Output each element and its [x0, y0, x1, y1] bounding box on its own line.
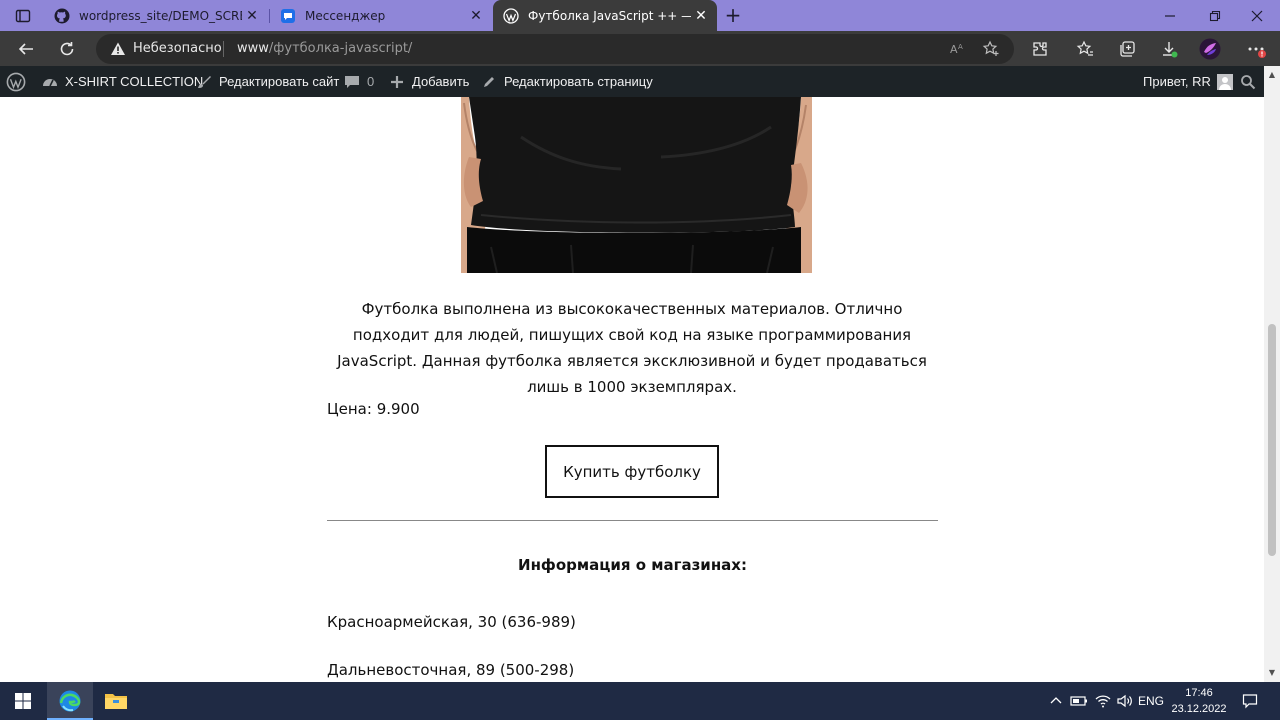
url-path: /футболка-javascript/ — [268, 41, 413, 56]
divider — [327, 520, 938, 521]
warning-icon[interactable] — [110, 41, 126, 57]
url-host: www — [237, 41, 269, 56]
buy-button[interactable]: Купить футболку — [545, 445, 719, 498]
add-new-label: Добавить — [412, 74, 470, 89]
wp-edit-page[interactable]: Редактировать страницу — [480, 66, 653, 97]
product-image — [461, 97, 812, 273]
windows-start-icon[interactable] — [0, 682, 46, 720]
wp-comments[interactable]: 0 — [343, 66, 374, 97]
wifi-icon[interactable] — [1092, 682, 1114, 720]
svg-text:A: A — [958, 43, 963, 51]
scroll-down-icon[interactable]: ▼ — [1267, 668, 1277, 678]
edge-taskbar-icon[interactable] — [47, 682, 93, 720]
comment-icon — [343, 73, 361, 91]
minimize-icon[interactable] — [1147, 0, 1193, 31]
edit-page-label: Редактировать страницу — [504, 74, 653, 89]
page-content: Футболка выполнена из высококачественных… — [0, 97, 1264, 682]
tab-product-page[interactable]: Футболка JavaScript ++ — X-SHIRT ✕ — [493, 0, 717, 31]
search-icon[interactable] — [1240, 66, 1256, 97]
tab-title: Футболка JavaScript ++ — X-SHIRT — [528, 8, 691, 23]
favorites-icon[interactable] — [1074, 38, 1096, 60]
wp-admin-bar: X-SHIRT COLLECTION Редактировать сайт 0 … — [0, 66, 1280, 97]
browser-tab-bar: wordpress_site/DEMO_SCREENS ✕ Мессенджер… — [0, 0, 1280, 31]
shops-title: Информация о магазинах: — [518, 556, 747, 574]
windows-taskbar: ENG 17:46 23.12.2022 — [0, 682, 1280, 720]
shop-item: Красноармейская, 30 (636-989) — [327, 613, 576, 631]
clock-date: 23.12.2022 — [1171, 703, 1227, 715]
security-label[interactable]: Небезопасно — [133, 41, 222, 56]
tab-github[interactable]: wordpress_site/DEMO_SCREENS ✕ — [44, 0, 268, 31]
notifications-icon[interactable] — [1238, 682, 1262, 720]
settings-more-icon[interactable] — [1246, 38, 1268, 60]
product-price: Цена: 9.900 — [327, 400, 420, 418]
battery-icon[interactable] — [1068, 682, 1090, 720]
extensions-icon[interactable] — [1029, 38, 1051, 60]
site-name-label: X-SHIRT COLLECTION — [65, 74, 204, 89]
page-scrollbar[interactable]: ▲ ▼ — [1264, 66, 1280, 682]
address-separator — [223, 41, 224, 57]
scroll-thumb[interactable] — [1268, 324, 1276, 556]
pencil-icon — [480, 73, 498, 91]
wp-my-account[interactable]: Привет, RR — [1143, 66, 1233, 97]
close-tab-icon[interactable]: ✕ — [242, 6, 262, 26]
back-icon[interactable] — [15, 38, 37, 60]
tab-messenger[interactable]: Мессенджер ✕ — [270, 0, 492, 31]
comments-count: 0 — [367, 74, 375, 89]
tab-title: Мессенджер — [305, 8, 386, 23]
profile-avatar-icon[interactable] — [1199, 38, 1221, 60]
wp-site-name[interactable]: X-SHIRT COLLECTION — [41, 66, 203, 97]
refresh-icon[interactable] — [56, 38, 78, 60]
close-tab-icon[interactable]: ✕ — [466, 6, 486, 26]
user-avatar-icon — [1216, 73, 1233, 90]
close-tab-icon[interactable]: ✕ — [691, 6, 711, 26]
shop-item: Дальневосточная, 89 (500-298) — [327, 661, 575, 679]
show-hidden-icons-icon[interactable] — [1046, 682, 1066, 720]
url-text[interactable]: www/футболка-javascript/ — [237, 41, 412, 56]
wordpress-icon — [503, 7, 519, 24]
tab-title: wordpress_site/DEMO_SCREENS — [79, 8, 242, 23]
dashboard-icon — [41, 73, 59, 91]
brush-icon — [195, 73, 213, 91]
clock-time: 17:46 — [1185, 687, 1213, 699]
volume-icon[interactable] — [1114, 682, 1136, 720]
new-tab-icon[interactable]: + — [722, 5, 744, 27]
messenger-icon — [280, 8, 296, 24]
downloads-icon[interactable] — [1158, 38, 1180, 60]
add-favorite-icon[interactable] — [982, 40, 1000, 58]
language-indicator[interactable]: ENG — [1136, 682, 1166, 720]
file-explorer-icon[interactable] — [93, 682, 139, 720]
greeting-label: Привет, RR — [1143, 74, 1211, 89]
wp-logo-icon[interactable] — [6, 66, 26, 97]
tab-actions-icon[interactable] — [8, 6, 38, 26]
wp-customize[interactable]: Редактировать сайт — [195, 66, 339, 97]
system-clock[interactable]: 17:46 23.12.2022 — [1166, 685, 1232, 717]
collections-icon[interactable] — [1116, 38, 1138, 60]
svg-text:A: A — [950, 43, 958, 56]
github-icon — [54, 8, 70, 24]
product-description: Футболка выполнена из высококачественных… — [337, 300, 927, 396]
close-window-icon[interactable] — [1234, 0, 1280, 31]
plus-icon — [388, 73, 406, 91]
scroll-up-icon[interactable]: ▲ — [1267, 70, 1277, 80]
restore-icon[interactable] — [1192, 0, 1238, 31]
read-aloud-icon[interactable]: AA — [949, 40, 967, 58]
address-bar[interactable]: Небезопасно www/футболка-javascript/ AA — [96, 34, 1014, 64]
edit-site-label: Редактировать сайт — [219, 74, 340, 89]
wp-new-content[interactable]: Добавить — [388, 66, 469, 97]
browser-toolbar: Небезопасно www/футболка-javascript/ AA — [0, 31, 1280, 66]
